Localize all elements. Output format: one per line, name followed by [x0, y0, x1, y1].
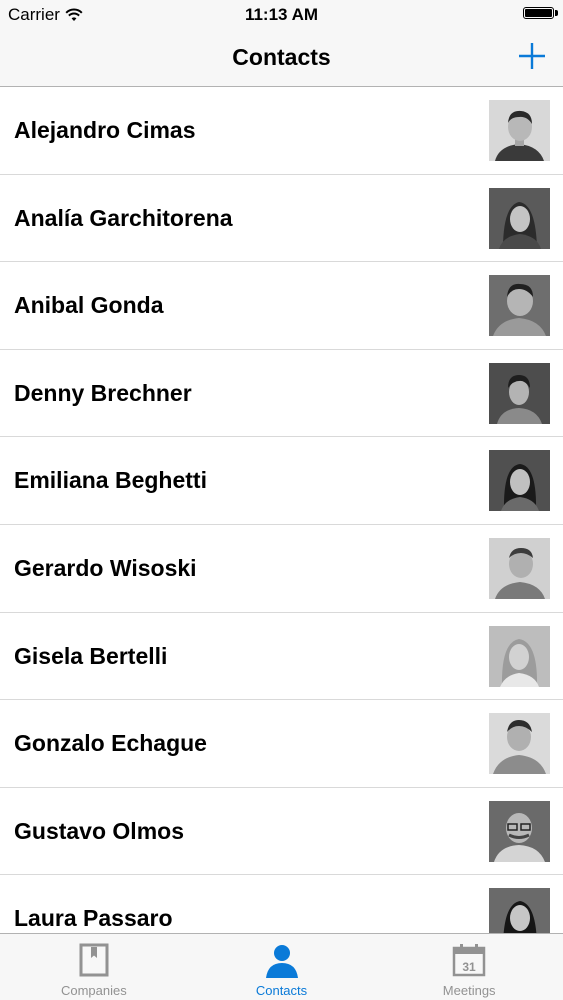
contact-name: Alejandro Cimas: [14, 117, 196, 143]
contact-photo: [489, 275, 550, 337]
avatar: [489, 888, 550, 933]
avatar: [489, 537, 550, 599]
tab-bar: Companies Contacts 31 Meetings: [0, 933, 563, 1000]
contact-name: Gonzalo Echague: [14, 730, 207, 757]
tab-label: Meetings: [442, 983, 496, 998]
tab-companies[interactable]: Companies: [0, 934, 188, 1000]
contact-row[interactable]: Alejandro Cimas: [0, 87, 563, 175]
avatar: [489, 100, 550, 161]
plus-icon: [519, 43, 545, 69]
contact-photo: [489, 800, 550, 862]
contact-row[interactable]: Analía Garchitorena: [0, 175, 563, 263]
contact-row[interactable]: Gonzalo Echague: [0, 700, 563, 788]
contact-name: Emiliana Beghetti: [14, 467, 207, 494]
contact-list[interactable]: Alejandro Cimas Analía Garchitorena Anib…: [0, 87, 563, 933]
contact-name: Gerardo Wisoski: [14, 554, 197, 581]
contact-row[interactable]: Laura Passaro: [0, 875, 563, 933]
contact-photo: [489, 625, 550, 687]
contact-row[interactable]: Gisela Bertelli: [0, 613, 563, 701]
tab-contacts[interactable]: Contacts: [188, 934, 376, 1000]
contact-photo: [489, 100, 550, 161]
contact-row[interactable]: Anibal Gonda: [0, 262, 563, 350]
tab-label: Contacts: [255, 983, 308, 998]
contact-name: Gisela Bertelli: [14, 642, 168, 669]
status-bar: Carrier 11:13 AM: [0, 0, 563, 30]
contact-photo: [489, 450, 550, 512]
person-icon: [265, 945, 298, 978]
book-icon: [79, 943, 109, 977]
avatar: [489, 187, 550, 249]
tab-meetings[interactable]: 31 Meetings: [375, 934, 563, 1000]
avatar: [489, 362, 550, 424]
contact-photo: [489, 362, 550, 424]
contact-name: Gustavo Olmos: [14, 817, 184, 844]
status-time: 11:13 AM: [244, 5, 319, 24]
contact-name: Denny Brechner: [14, 379, 192, 406]
contact-row[interactable]: Emiliana Beghetti: [0, 437, 563, 525]
avatar: [489, 275, 550, 337]
navigation-bar: Contacts: [0, 30, 563, 87]
contact-row[interactable]: Gerardo Wisoski: [0, 525, 563, 613]
avatar: [489, 713, 550, 775]
contact-photo: [489, 537, 550, 599]
avatar: [489, 450, 550, 512]
contact-photo: [489, 713, 550, 775]
page-title: Contacts: [232, 44, 331, 70]
contact-row[interactable]: Gustavo Olmos: [0, 788, 563, 876]
contact-name: Analía Garchitorena: [14, 204, 233, 231]
contact-name: Anibal Gonda: [14, 292, 164, 319]
contact-name: Laura Passaro: [14, 905, 173, 932]
contact-row[interactable]: Denny Brechner: [0, 350, 563, 438]
tab-label: Companies: [60, 983, 127, 998]
battery-tip: [555, 10, 558, 16]
avatar: [489, 800, 550, 862]
add-contact-button[interactable]: [515, 39, 549, 73]
contact-photo: [489, 888, 550, 933]
calendar-day: 31: [462, 960, 476, 974]
battery-icon: [523, 7, 554, 19]
avatar: [489, 625, 550, 687]
calendar-icon: 31: [452, 944, 486, 977]
contact-photo: [489, 187, 550, 249]
